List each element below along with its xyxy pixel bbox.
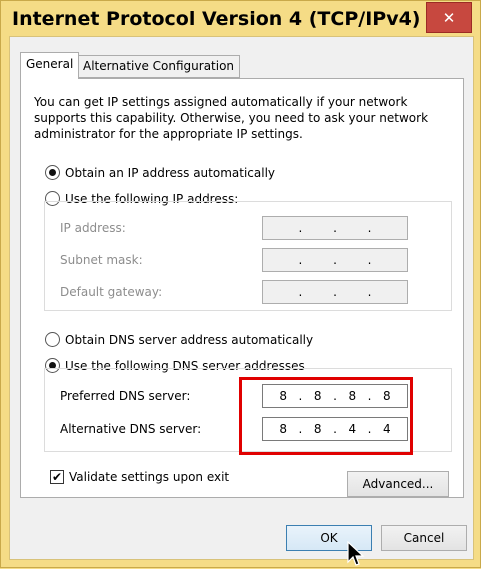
- obtain-ip-auto-option[interactable]: Obtain an IP address automatically: [45, 165, 275, 180]
- dialog-window: Internet Protocol Version 4 (TCP/IPv4) .…: [0, 0, 481, 568]
- close-icon: ✕: [442, 8, 456, 27]
- ip-address-group: IP address: ... Subnet mask: ... Default…: [44, 201, 452, 311]
- dialog-client-area: General Alternative Configuration You ca…: [9, 36, 474, 560]
- alternative-dns-label: Alternative DNS server:: [60, 422, 202, 436]
- close-button[interactable]: ✕: [426, 2, 472, 33]
- mouse-cursor-icon: [347, 541, 365, 566]
- obtain-dns-auto-radio[interactable]: [45, 332, 60, 347]
- tab-alternative-configuration[interactable]: Alternative Configuration: [77, 55, 241, 78]
- subnet-mask-label: Subnet mask:: [60, 253, 143, 267]
- window-title: Internet Protocol Version 4 (TCP/IPv4) .…: [12, 8, 449, 30]
- cancel-button[interactable]: Cancel: [381, 525, 467, 551]
- ip-address-label: IP address:: [60, 221, 126, 235]
- ip-address-input[interactable]: ...: [262, 216, 408, 240]
- checkmark-icon: ✔: [51, 470, 63, 484]
- default-gateway-label: Default gateway:: [60, 285, 163, 299]
- subnet-mask-input[interactable]: ...: [262, 248, 408, 272]
- validate-settings-label: Validate settings upon exit: [69, 470, 230, 484]
- description-text: You can get IP settings assigned automat…: [34, 95, 429, 141]
- validate-settings-option[interactable]: ✔ Validate settings upon exit: [50, 470, 229, 484]
- obtain-dns-auto-option[interactable]: Obtain DNS server address automatically: [45, 332, 313, 347]
- obtain-ip-auto-label: Obtain an IP address automatically: [65, 165, 276, 180]
- obtain-dns-auto-label: Obtain DNS server address automatically: [65, 332, 314, 347]
- default-gateway-input[interactable]: ...: [262, 280, 408, 304]
- dns-highlight-box: [239, 377, 413, 455]
- validate-settings-checkbox[interactable]: ✔: [50, 470, 64, 484]
- obtain-ip-auto-radio[interactable]: [45, 165, 60, 180]
- tab-general[interactable]: General: [20, 52, 80, 79]
- advanced-button[interactable]: Advanced...: [347, 471, 449, 497]
- preferred-dns-label: Preferred DNS server:: [60, 389, 191, 403]
